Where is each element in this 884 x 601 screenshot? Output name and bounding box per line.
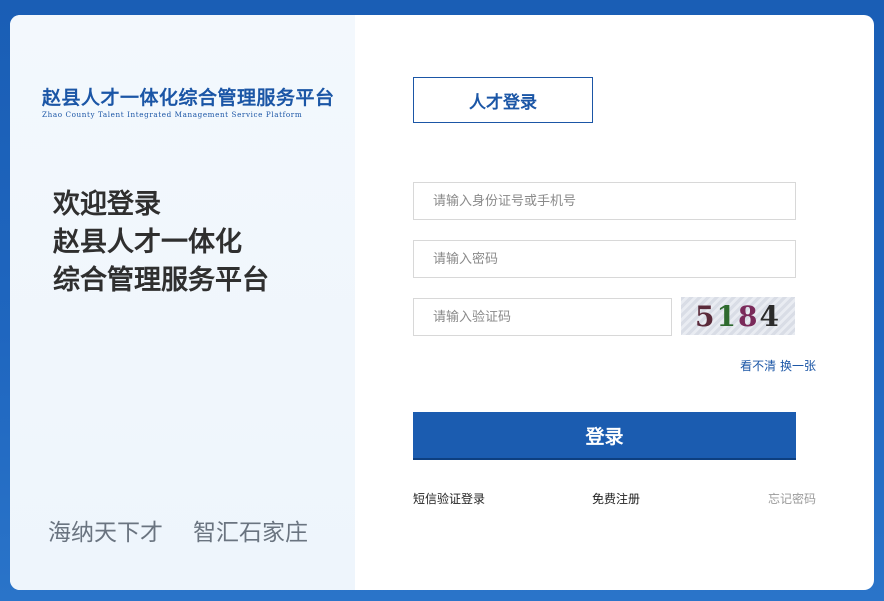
captcha-input[interactable] — [414, 299, 671, 335]
register-link[interactable]: 免费注册 — [592, 490, 640, 507]
tab-talent-login[interactable]: 人才登录 — [413, 77, 593, 123]
welcome-line-1: 欢迎登录 — [53, 189, 161, 220]
captcha-digit: 1 — [716, 299, 738, 333]
platform-logo-subtitle: Zhao County Talent Integrated Management… — [42, 110, 303, 119]
platform-logo-title: 赵县人才一体化综合管理服务平台 — [42, 87, 335, 109]
welcome-panel: 赵县人才一体化综合管理服务平台 Zhao County Talent Integ… — [10, 15, 355, 590]
password-field — [413, 240, 796, 278]
captcha-change-link[interactable]: 换一张 — [780, 359, 816, 373]
id-field — [413, 182, 796, 220]
welcome-line-3: 综合管理服务平台 — [53, 265, 269, 296]
welcome-line-2: 赵县人才一体化 — [53, 227, 242, 258]
slogan-part-1: 海纳天下才 — [48, 520, 163, 546]
login-button[interactable]: 登录 — [413, 412, 796, 460]
captcha-digit: 5 — [695, 299, 717, 333]
captcha-digit: 8 — [738, 299, 760, 333]
captcha-refresh: 看不清 换一张 — [740, 357, 816, 374]
captcha-field — [413, 298, 672, 336]
slogan-part-2: 智汇石家庄 — [193, 520, 308, 546]
slogan: 海纳天下才 智汇石家庄 — [48, 513, 308, 547]
sms-login-link[interactable]: 短信验证登录 — [413, 490, 485, 507]
password-input[interactable] — [414, 241, 795, 277]
forgot-password-link[interactable]: 忘记密码 — [768, 490, 816, 507]
welcome-heading: 欢迎登录 赵县人才一体化 综合管理服务平台 — [53, 186, 269, 300]
captcha-unclear-link[interactable]: 看不清 — [740, 359, 776, 373]
captcha-digit: 4 — [759, 299, 781, 333]
id-input[interactable] — [414, 183, 795, 219]
captcha-image[interactable]: 5184 — [681, 297, 795, 335]
